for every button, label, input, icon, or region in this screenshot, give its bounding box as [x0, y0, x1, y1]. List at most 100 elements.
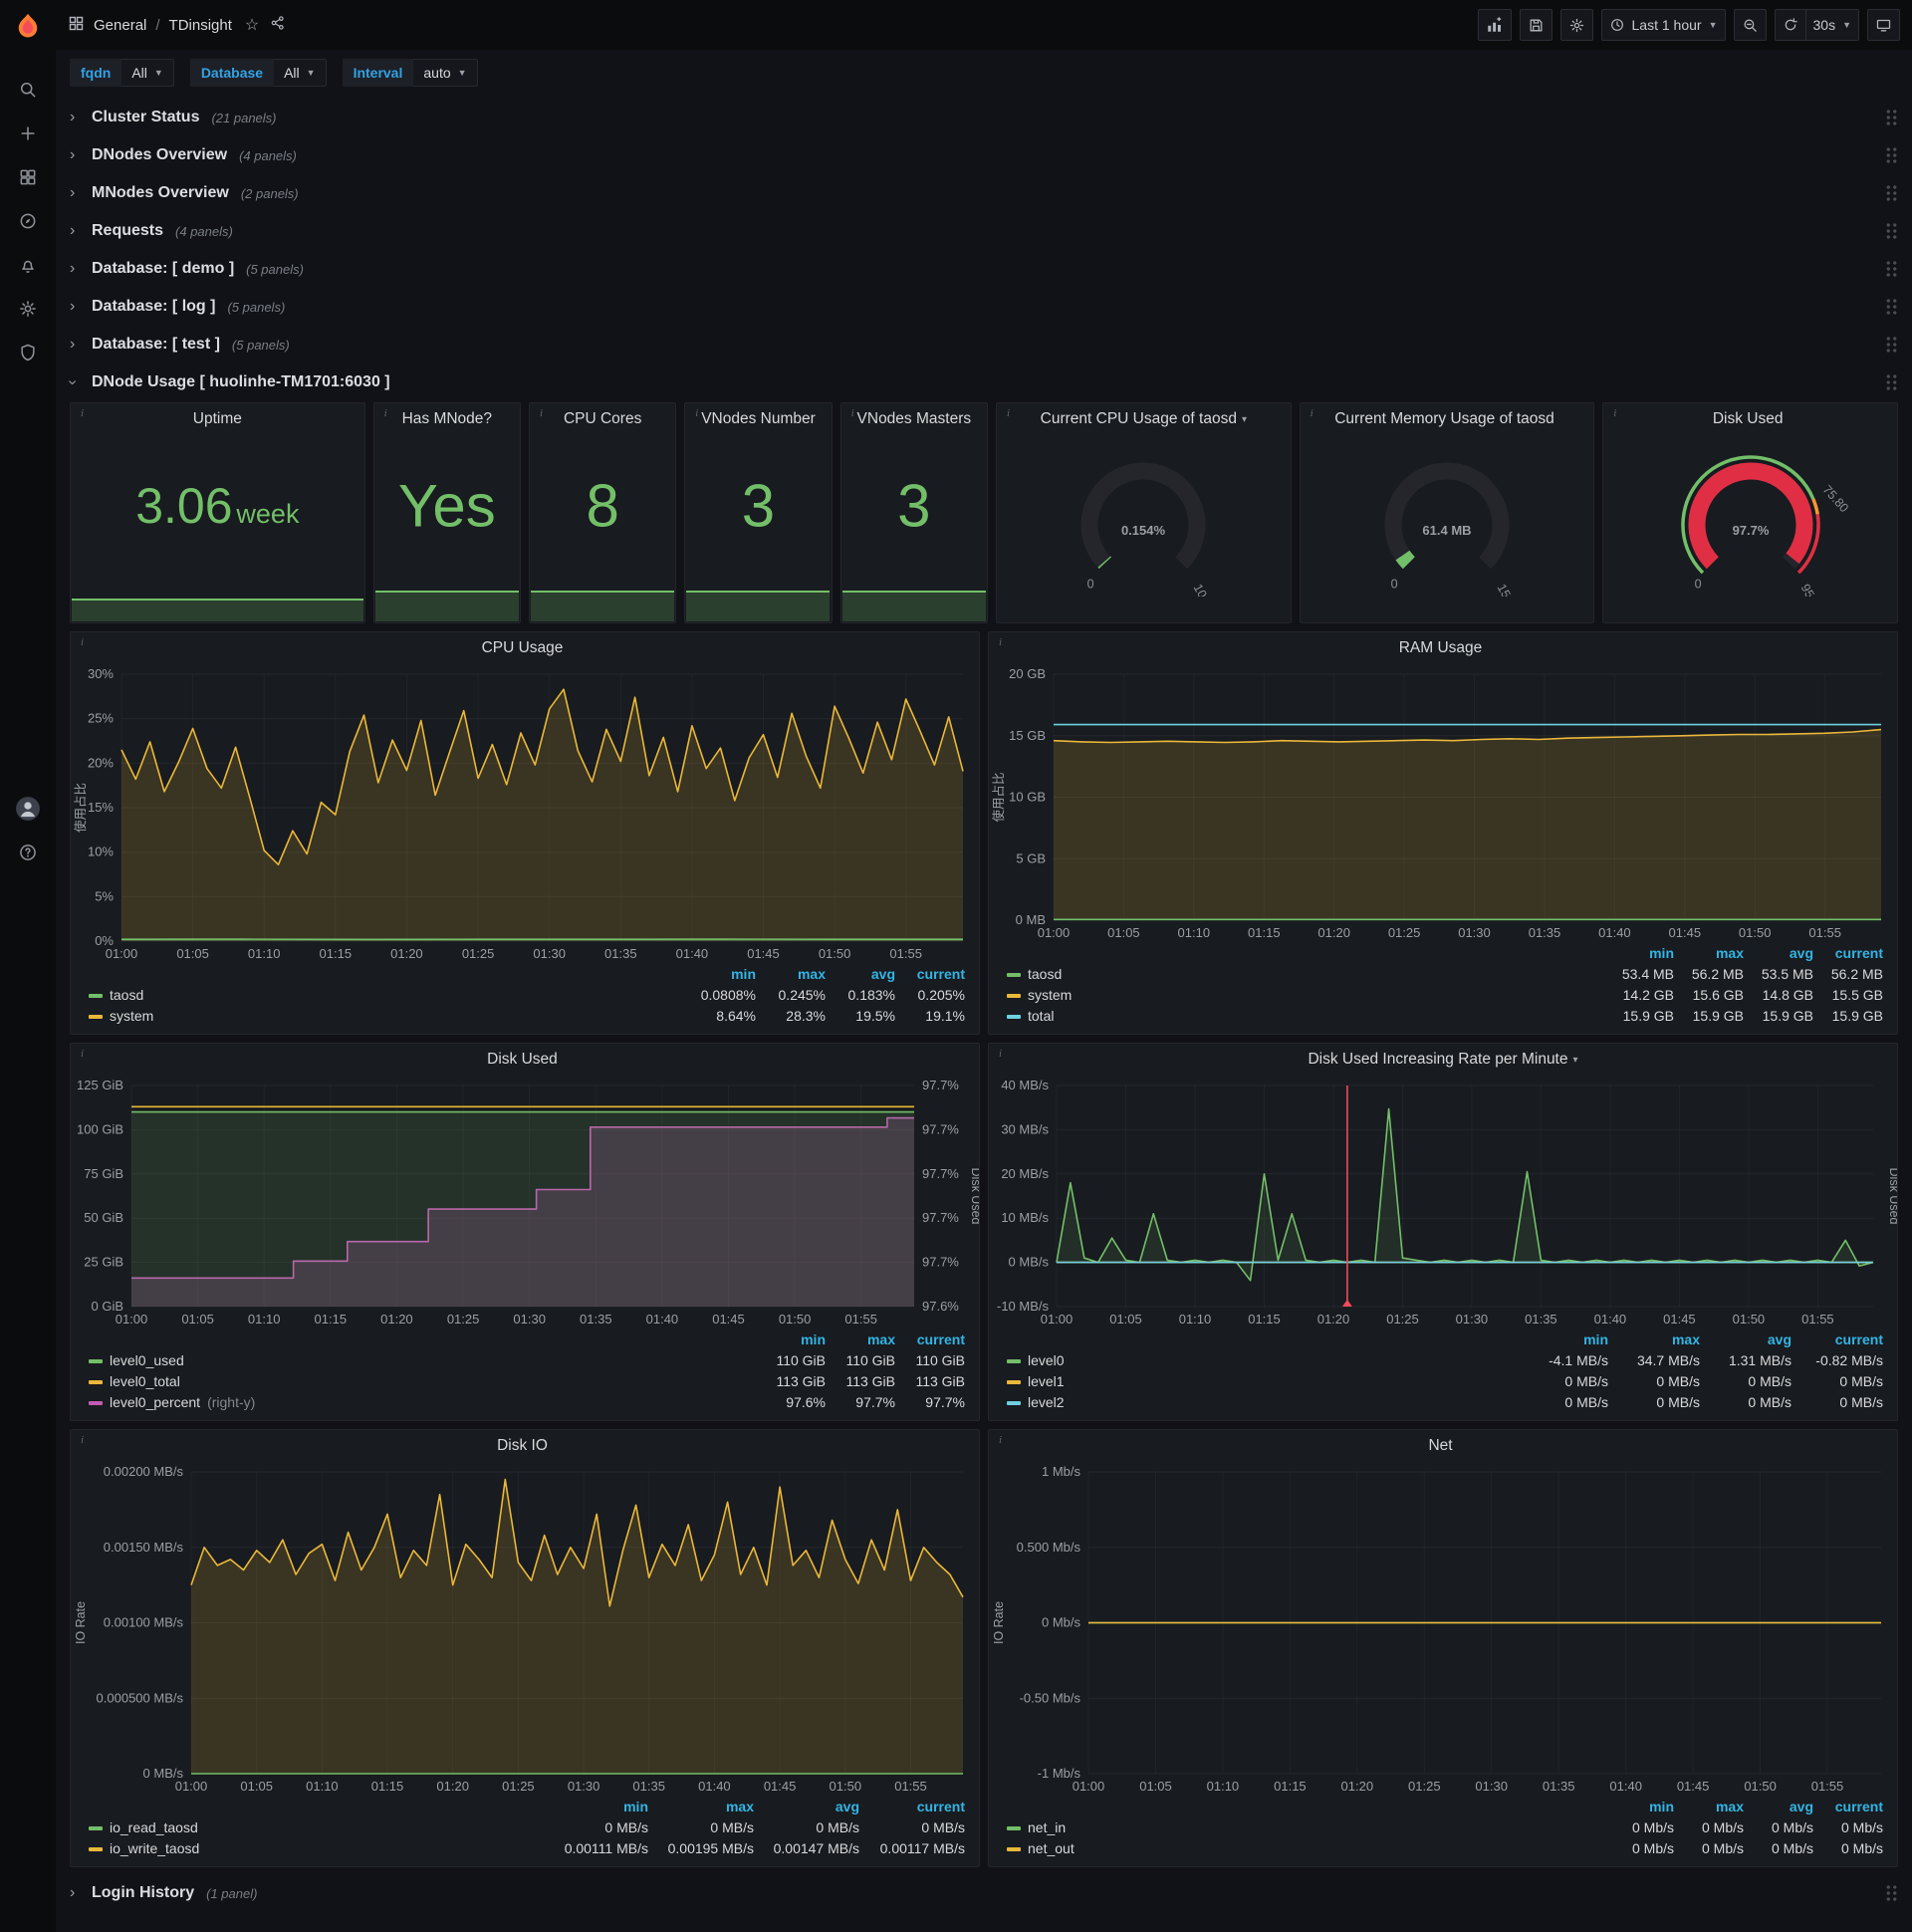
panel-info-icon[interactable]: i [689, 405, 704, 420]
variable-database[interactable]: Database All ▼ [189, 59, 327, 87]
panel-info-icon[interactable]: i [993, 1046, 1008, 1061]
drag-handle-icon[interactable] [1885, 373, 1898, 391]
legend-sort-avg[interactable]: avg [1700, 1330, 1792, 1349]
legend-sort-min[interactable]: min [686, 965, 756, 984]
legend-sort-max[interactable]: max [756, 965, 826, 984]
panel-info-icon[interactable]: i [75, 634, 90, 649]
legend-sort-current[interactable]: current [1813, 944, 1883, 963]
panel-title[interactable]: Disk Used Increasing Rate per Minute ▾ [989, 1044, 1897, 1076]
row-dnode-usage[interactable]: › DNode Usage [ huolinhe-TM1701:6030 ] [65, 364, 1898, 400]
drag-handle-icon[interactable] [1885, 336, 1898, 354]
panel-title[interactable]: Current CPU Usage of taosd ▾ [997, 403, 1291, 435]
panel-title[interactable]: Has MNode? [374, 403, 520, 435]
legend-sort-avg[interactable]: avg [1744, 1798, 1813, 1816]
panel-title[interactable]: CPU Usage [71, 632, 979, 664]
panel-info-icon[interactable]: i [845, 405, 860, 420]
row-database-test[interactable]: › Database: [ test ] (5 panels) [70, 327, 1898, 362]
legend-series-level1[interactable]: level1 [1007, 1372, 1517, 1391]
panel-info-icon[interactable]: i [534, 405, 549, 420]
drag-handle-icon[interactable] [1885, 1884, 1898, 1902]
share-icon[interactable] [270, 15, 286, 35]
legend-sort-avg[interactable]: avg [754, 1798, 859, 1816]
legend-series-level0[interactable]: level0 [1007, 1351, 1517, 1370]
legend-series-system[interactable]: system [1007, 986, 1604, 1005]
zoom-out-button[interactable] [1733, 9, 1767, 41]
row-requests[interactable]: › Requests (4 panels) [70, 213, 1898, 249]
search-icon[interactable] [8, 70, 48, 110]
panel-info-icon[interactable]: i [993, 1432, 1008, 1447]
legend-sort-min[interactable]: min [543, 1798, 648, 1816]
dashboard-settings-button[interactable] [1559, 9, 1593, 41]
grafana-logo-icon[interactable] [11, 10, 45, 44]
user-avatar[interactable] [8, 789, 48, 829]
breadcrumb-section[interactable]: General [94, 17, 146, 34]
legend-sort-current[interactable]: current [895, 1330, 965, 1349]
legend-series-level0_percent[interactable]: level0_percent (right-y) [89, 1393, 756, 1412]
legend-sort-max[interactable]: max [1674, 1798, 1744, 1816]
legend-series-total[interactable]: total [1007, 1007, 1604, 1026]
legend-sort-max[interactable]: max [1674, 944, 1744, 963]
legend-sort-max[interactable]: max [826, 1330, 895, 1349]
help-icon[interactable] [8, 833, 48, 872]
legend-sort-current[interactable]: current [859, 1798, 965, 1816]
refresh-interval-dropdown[interactable]: 30s ▼ [1805, 9, 1859, 41]
legend-sort-min[interactable]: min [756, 1330, 826, 1349]
panel-info-icon[interactable]: i [1001, 405, 1016, 420]
legend-series-taosd[interactable]: taosd [1007, 965, 1604, 984]
row-cluster-status[interactable]: › Cluster Status (21 panels) [70, 100, 1898, 135]
time-picker-button[interactable]: Last 1 hour ▼ [1600, 9, 1726, 41]
legend-series-system[interactable]: system [89, 1007, 686, 1026]
legend-sort-max[interactable]: max [1608, 1330, 1700, 1349]
panel-title[interactable]: Disk IO [71, 1430, 979, 1462]
legend-sort-max[interactable]: max [648, 1798, 754, 1816]
legend-series-io_write_taosd[interactable]: io_write_taosd [89, 1839, 543, 1858]
configuration-gear-icon[interactable] [8, 289, 48, 329]
legend-sort-current[interactable]: current [1813, 1798, 1883, 1816]
legend-sort-current[interactable]: current [895, 965, 965, 984]
legend-series-io_read_taosd[interactable]: io_read_taosd [89, 1818, 543, 1837]
add-panel-button[interactable] [1477, 9, 1512, 41]
panel-title[interactable]: VNodes Masters [841, 403, 987, 435]
breadcrumb-dashboard-title[interactable]: TDinsight [169, 17, 232, 34]
row-dnodes-overview[interactable]: › DNodes Overview (4 panels) [70, 137, 1898, 173]
legend-series-taosd[interactable]: taosd [89, 986, 686, 1005]
alerting-bell-icon[interactable] [8, 245, 48, 285]
row-login-history[interactable]: › Login History (1 panel) [70, 1875, 1898, 1911]
drag-handle-icon[interactable] [1885, 146, 1898, 164]
legend-series-level0_total[interactable]: level0_total [89, 1372, 756, 1391]
legend-sort-min[interactable]: min [1517, 1330, 1608, 1349]
create-plus-icon[interactable] [8, 114, 48, 153]
row-mnodes-overview[interactable]: › MNodes Overview (2 panels) [70, 175, 1898, 211]
panel-info-icon[interactable]: i [1305, 405, 1319, 420]
legend-sort-min[interactable]: min [1604, 1798, 1674, 1816]
variable-interval[interactable]: Interval auto ▼ [342, 59, 478, 87]
panel-title[interactable]: Disk Used [71, 1044, 979, 1076]
star-icon[interactable]: ☆ [245, 15, 259, 35]
legend-sort-current[interactable]: current [1792, 1330, 1883, 1349]
legend-series-net_in[interactable]: net_in [1007, 1818, 1604, 1837]
panel-info-icon[interactable]: i [993, 634, 1008, 649]
tv-mode-button[interactable] [1867, 9, 1900, 41]
legend-series-net_out[interactable]: net_out [1007, 1839, 1604, 1858]
drag-handle-icon[interactable] [1885, 109, 1898, 126]
row-database-demo[interactable]: › Database: [ demo ] (5 panels) [70, 251, 1898, 287]
variable-fqdn[interactable]: fqdn All ▼ [70, 59, 174, 87]
panel-title[interactable]: Net [989, 1430, 1897, 1462]
panel-title[interactable]: Current Memory Usage of taosd [1301, 403, 1594, 435]
save-dashboard-button[interactable] [1519, 9, 1553, 41]
panel-info-icon[interactable]: i [75, 1432, 90, 1447]
panel-title[interactable]: Uptime [71, 403, 364, 435]
server-admin-shield-icon[interactable] [8, 333, 48, 372]
panel-title[interactable]: VNodes Number [685, 403, 831, 435]
refresh-button[interactable] [1774, 9, 1806, 41]
legend-sort-min[interactable]: min [1604, 944, 1674, 963]
panel-title[interactable]: Disk Used [1603, 403, 1897, 435]
legend-sort-avg[interactable]: avg [826, 965, 895, 984]
panel-info-icon[interactable]: i [75, 405, 90, 420]
drag-handle-icon[interactable] [1885, 260, 1898, 278]
legend-series-level0_used[interactable]: level0_used [89, 1351, 756, 1370]
explore-compass-icon[interactable] [8, 201, 48, 241]
drag-handle-icon[interactable] [1885, 298, 1898, 316]
legend-sort-avg[interactable]: avg [1744, 944, 1813, 963]
panel-info-icon[interactable]: i [378, 405, 393, 420]
